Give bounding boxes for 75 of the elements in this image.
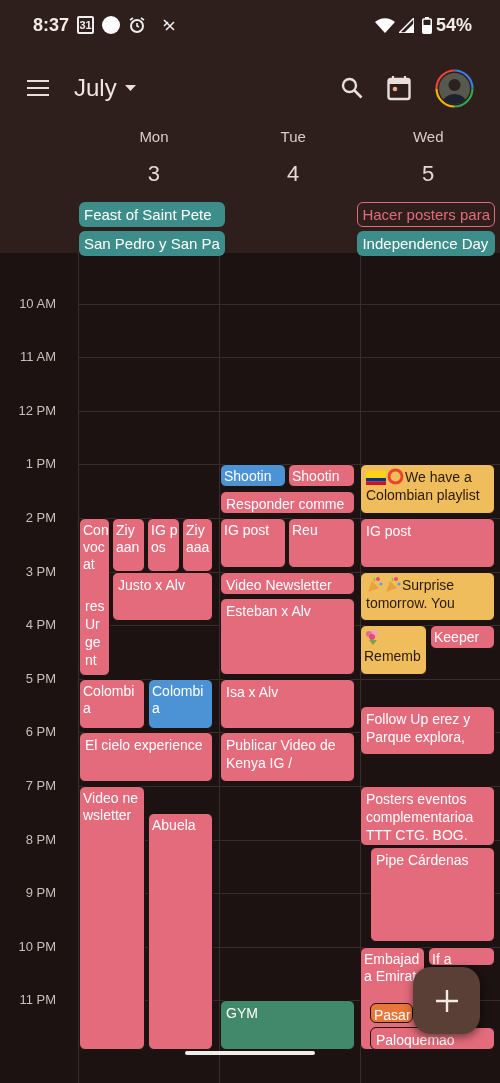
signal-icon: [398, 17, 414, 33]
time-label: 7 PM: [24, 778, 56, 794]
time-label: 12 PM: [17, 402, 56, 419]
calendar-event[interactable]: Esteban x Alv: [220, 598, 355, 676]
battery-level: 54%: [435, 13, 472, 37]
day-name[interactable]: Mon: [78, 126, 230, 149]
calendar-event[interactable]: Follow Up erez y Parque explora,: [360, 705, 495, 756]
calendar-event[interactable]: Publicar Video de Kenya IG /: [220, 732, 355, 783]
circle-icon: [387, 468, 404, 486]
time-label: 11 PM: [18, 992, 56, 1009]
calendar-event[interactable]: Isa x Alv: [220, 678, 355, 729]
calendar-event[interactable]: If a: [428, 946, 495, 966]
alarm-icon: [128, 16, 147, 34]
calendar-event[interactable]: GYM: [220, 1000, 355, 1051]
calendar-event[interactable]: Ziy aaa: [182, 518, 213, 572]
calendar-event[interactable]: IG post: [360, 518, 495, 568]
time-label: 9 PM: [24, 885, 56, 902]
calendar-event[interactable]: We have a Colombian playlist: [360, 464, 495, 515]
calendar-event[interactable]: Video newsletter: [79, 786, 145, 1051]
day-number[interactable]: 3: [78, 156, 230, 190]
calendar-event[interactable]: Justo x Alv: [112, 571, 213, 622]
time-label: 4 PM: [24, 617, 56, 634]
all-day-event[interactable]: San Pedro y San Pa: [79, 230, 225, 256]
calendar-event[interactable]: Shootin: [220, 464, 286, 488]
month-selector[interactable]: July: [74, 74, 136, 102]
calendar-event[interactable]: Colombia: [148, 678, 213, 729]
plus-icon: [435, 989, 458, 1012]
calendar-event[interactable]: Posters eventos complementarioa TTT CTG. BOG.: [360, 786, 495, 847]
event-title: res Urgent: [85, 597, 106, 670]
day-number[interactable]: 5: [356, 156, 500, 190]
day-name[interactable]: Wed: [356, 126, 500, 149]
time-label: 10 AM: [18, 295, 56, 312]
calendar-notification-icon: 31: [77, 16, 95, 34]
calendar-event[interactable]: El cielo experience: [79, 732, 213, 783]
calendar-event[interactable]: Ziy aan: [112, 518, 145, 572]
avatar[interactable]: [435, 68, 474, 108]
calendar-event[interactable]: Reu: [288, 518, 355, 568]
party-popper-icon: [366, 575, 383, 593]
dot-icon: [102, 16, 121, 34]
calendar-event[interactable]: Colombia: [79, 678, 145, 729]
calendar-event[interactable]: Shootin: [288, 464, 355, 488]
all-day-event[interactable]: Feast of Saint Pete: [79, 201, 225, 227]
status-time: 8:37: [33, 13, 70, 37]
calendar-event[interactable]: Pipe Cárdenas: [370, 847, 495, 942]
search-icon[interactable]: [341, 77, 363, 99]
wifi-icon: [374, 17, 395, 33]
time-label: 2 PM: [24, 510, 56, 526]
time-label: 6 PM: [24, 724, 56, 741]
time-label: 8 PM: [24, 831, 56, 848]
sync-off-icon: [162, 18, 177, 32]
time-label: 11 AM: [19, 349, 56, 366]
calendar-event[interactable]: IG pos: [147, 518, 180, 572]
calendar-event[interactable]: Video Newsletter: [220, 571, 355, 595]
task-chip[interactable]: Hacer posters para: [357, 201, 495, 227]
calendar-event[interactable]: Abuela: [148, 812, 213, 1051]
calendar-event[interactable]: Rememb: [360, 625, 427, 676]
battery-icon: [421, 16, 432, 34]
calendar-event[interactable]: Responder comme: [220, 491, 355, 515]
time-label: 3 PM: [24, 563, 56, 580]
calendar-event[interactable]: Keeper: [430, 625, 495, 650]
caret-icon: [124, 85, 136, 91]
flag-icon: [366, 471, 386, 486]
calendar-event[interactable]: IG post: [220, 518, 286, 568]
calendar-event[interactable]: Convocat res Urgent: [79, 518, 110, 677]
time-label: 5 PM: [24, 670, 56, 687]
time-label: 1 PM: [24, 456, 56, 473]
bouquet-icon: [364, 629, 381, 647]
time-label: 10 PM: [17, 938, 56, 955]
calendar-event[interactable]: Surprise tomorrow. You: [360, 571, 495, 622]
all-day-event[interactable]: Independence Day: [357, 230, 495, 256]
calendar-today-icon[interactable]: [387, 75, 411, 101]
day-number[interactable]: 4: [229, 156, 357, 190]
party-popper-icon: [384, 575, 401, 593]
menu-icon[interactable]: [26, 79, 50, 97]
day-name[interactable]: Tue: [229, 126, 357, 149]
